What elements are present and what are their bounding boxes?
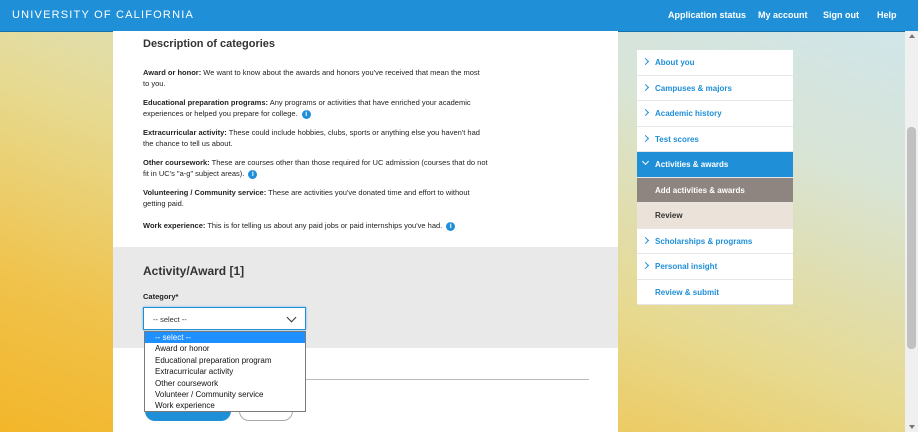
sidebar-item-review-submit[interactable]: Review & submit	[637, 280, 793, 305]
dropdown-option[interactable]: Educational preparation program	[145, 355, 305, 366]
dropdown-option[interactable]: Work experience	[145, 400, 305, 411]
dropdown-option[interactable]: -- select --	[145, 332, 305, 344]
dropdown-option[interactable]: Other coursework	[145, 378, 305, 389]
divider	[293, 379, 589, 380]
info-icon[interactable]: i	[446, 221, 456, 231]
description-term: Other coursework:	[143, 158, 210, 167]
dropdown-option[interactable]: Volunteer / Community service	[145, 389, 305, 400]
chevron-right-icon	[641, 236, 650, 244]
sidebar-item-label: Academic history	[655, 109, 722, 118]
activity-award-title: Activity/Award [1]	[143, 264, 245, 278]
description-term: Educational preparation programs:	[143, 98, 269, 107]
description-term: Extracurricular activity:	[143, 128, 227, 137]
chevron-down-icon	[641, 157, 650, 166]
brand-logo-text[interactable]: UNIVERSITY OF CALIFORNIA	[12, 9, 194, 21]
info-icon[interactable]: i	[301, 109, 311, 119]
sidebar-item-activities-awards[interactable]: Activities & awards	[637, 152, 793, 178]
chevron-right-icon	[641, 261, 650, 270]
sidebar-item-academic-history[interactable]: Academic history	[637, 101, 793, 127]
scroll-up-arrow-icon[interactable]	[909, 34, 915, 38]
chevron-right-icon	[641, 83, 650, 91]
top-bar: UNIVERSITY OF CALIFORNIA Application sta…	[0, 0, 918, 32]
sidebar-item-label: Scholarships & programs	[655, 236, 753, 246]
info-icon[interactable]: i	[248, 169, 258, 179]
sidebar-subitem-review[interactable]: Review	[637, 203, 793, 229]
sidebar-item-label: Activities & awards	[655, 160, 729, 169]
description-item: Award or honor: We want to know about th…	[143, 67, 488, 89]
dropdown-option[interactable]: Award or honor	[145, 343, 305, 354]
category-label: Category*	[143, 292, 179, 301]
description-title: Description of categories	[143, 38, 276, 50]
sidebar-item-about-you[interactable]: About you	[637, 50, 793, 76]
description-item: Extracurricular activity: These could in…	[143, 127, 488, 149]
category-select[interactable]: -- select --	[143, 307, 306, 330]
description-item: Educational preparation programs: Any pr…	[143, 97, 488, 119]
chevron-right-icon	[641, 108, 650, 117]
description-item: Volunteering / Community service: These …	[143, 187, 488, 209]
sidebar-subitem-add-activities[interactable]: Add activities & awards	[637, 177, 793, 203]
description-term: Volunteering / Community service:	[143, 188, 267, 197]
sidebar-item-label: Test scores	[655, 134, 699, 144]
nav-help[interactable]: Help	[877, 10, 897, 20]
category-select-value: -- select --	[153, 315, 187, 324]
chevron-right-icon	[641, 57, 650, 66]
sidebar-item-label: Campuses & majors	[655, 83, 732, 93]
sidebar-nav: About you Campuses & majors Academic his…	[637, 50, 793, 305]
description-text: This is for telling us about any paid jo…	[205, 221, 443, 230]
sidebar-item-campuses-majors[interactable]: Campuses & majors	[637, 76, 793, 101]
nav-my-account[interactable]: My account	[758, 10, 808, 20]
sidebar-item-label: Review & submit	[655, 287, 720, 297]
sidebar-item-label: Review	[655, 211, 683, 220]
scroll-down-arrow-icon[interactable]	[909, 425, 915, 429]
sidebar-item-label: Personal insight	[655, 262, 718, 271]
nav-sign-out[interactable]: Sign out	[823, 10, 859, 20]
scrollbar-thumb[interactable]	[907, 127, 916, 349]
chevron-down-icon	[286, 312, 297, 323]
chevron-right-icon	[641, 134, 650, 142]
nav-application-status[interactable]: Application status	[668, 10, 746, 20]
category-dropdown-list: -- select -- Award or honor Educational …	[144, 331, 306, 412]
sidebar-item-scholarships[interactable]: Scholarships & programs	[637, 229, 793, 254]
sidebar-item-test-scores[interactable]: Test scores	[637, 127, 793, 152]
sidebar-item-label: About you	[655, 58, 695, 67]
description-item: Work experience: This is for telling us …	[143, 220, 488, 231]
sidebar-item-personal-insight[interactable]: Personal insight	[637, 254, 793, 280]
dropdown-option[interactable]: Extracurricular activity	[145, 366, 305, 377]
description-item: Other coursework: These are courses othe…	[143, 157, 488, 179]
description-term: Award or honor:	[143, 68, 202, 77]
sidebar-item-label: Add activities & awards	[655, 185, 745, 195]
page-scrollbar[interactable]	[905, 31, 918, 432]
description-term: Work experience:	[143, 221, 206, 230]
